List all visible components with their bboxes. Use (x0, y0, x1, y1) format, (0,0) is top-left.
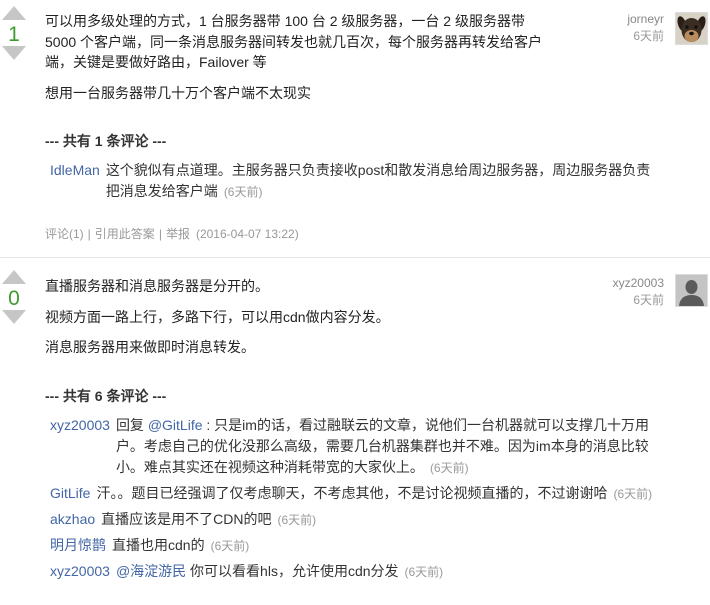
comment-time: (6天前) (613, 486, 653, 501)
comment-text: 你可以看看hls，允许使用cdn分发 (186, 562, 399, 579)
comment-author-link[interactable]: xyz20003 (50, 561, 110, 583)
vote-count: 0 (8, 287, 20, 310)
vote-count: 1 (8, 23, 20, 46)
comment-author-link[interactable]: xyz20003 (50, 415, 110, 479)
comment-time: (6天前) (404, 564, 444, 579)
comment-body: 这个貌似有点道理。主服务器只负责接收post和散发消息给周边服务器，周边服务器负… (106, 160, 655, 203)
down-arrow-icon[interactable] (2, 310, 26, 324)
answer-date: (2016-04-07 13:22) (195, 227, 299, 241)
mention-link[interactable]: @GitLife (148, 417, 203, 433)
comment-count-header: --- 共有 1 条评论 --- (45, 133, 167, 149)
comment-author-link[interactable]: GitLife (50, 483, 90, 505)
person-silhouette-icon (676, 275, 707, 306)
comment-list: IdleMan 这个貌似有点道理。主服务器只负责接收post和散发消息给周边服务… (45, 160, 655, 203)
comment-body: 回复 @GitLife : 只是im的话，看过融联云的文章，说他们一台机器就可以… (116, 415, 655, 479)
comment-body: 直播应该是用不了CDN的吧 (6天前) (101, 509, 655, 531)
dog-photo-avatar (676, 13, 707, 44)
comment-text: 汗。。题目已经强调了仅考虑聊天，不考虑其他，不是讨论视频直播的，不过谢谢哈 (96, 484, 608, 501)
user-avatar[interactable] (675, 274, 708, 307)
comment-time: (6天前) (429, 460, 469, 475)
comment-time: (6天前) (223, 185, 263, 199)
down-arrow-icon[interactable] (2, 46, 26, 60)
comment-list: xyz20003 回复 @GitLife : 只是im的话，看过融联云的文章，说… (45, 415, 655, 583)
answer-item: 1 jorneyr 6天前 可以用多级处理的方式，1 台服务器带 100 台 2… (0, 0, 710, 257)
up-arrow-icon[interactable] (2, 6, 26, 20)
answer-paragraph: 想用一台服务器带几十万个客户端不太现实 (45, 84, 311, 101)
comment-time: (6天前) (277, 512, 317, 527)
answer-content: 直播服务器和消息服务器是分开的。 视频方面一路上行，多路下行，可以用cdn做内容… (45, 276, 655, 587)
comment-body: 直播也用cdn的 (6天前) (112, 535, 655, 557)
comment-item: IdleMan 这个貌似有点道理。主服务器只负责接收post和散发消息给周边服务… (50, 160, 655, 203)
comment-body: @海淀游民 你可以看看hls，允许使用cdn分发 (6天前) (116, 561, 655, 583)
user-avatar[interactable] (675, 12, 708, 45)
comment-author-link[interactable]: akzhao (50, 509, 95, 531)
report-link[interactable]: 举报 (166, 227, 190, 241)
answer-paragraph: 视频方面一路上行，多路下行，可以用cdn做内容分发。 (45, 308, 390, 325)
answer-item: 0 xyz20003 6天前 直播服务器和消息服务器是分开的。 视频方面一路上行… (0, 258, 710, 605)
answer-footer: 评论(1) | 引用此答案 | 举报 (2016-04-07 13:22) (45, 225, 655, 243)
up-arrow-icon[interactable] (2, 270, 26, 284)
answer-paragraph: 可以用多级处理的方式，1 台服务器带 100 台 2 级服务器，一台 2 级服务… (45, 13, 543, 70)
vote-box: 0 (2, 270, 26, 324)
comment-author-link[interactable]: IdleMan (50, 160, 100, 203)
comment-text: 直播应该是用不了CDN的吧 (101, 510, 272, 527)
comment-item: xyz20003 @海淀游民 你可以看看hls，允许使用cdn分发 (6天前) (50, 561, 655, 583)
comment-time: (6天前) (210, 538, 250, 553)
footer-separator: | (158, 227, 162, 241)
comment-item: xyz20003 回复 @GitLife : 只是im的话，看过融联云的文章，说… (50, 415, 655, 479)
quote-answer-link[interactable]: 引用此答案 (95, 227, 155, 241)
comment-author-link[interactable]: 明月惊鹊 (50, 535, 106, 557)
reply-prefix: 回复 (115, 416, 148, 433)
answer-content: 可以用多级处理的方式，1 台服务器带 100 台 2 级服务器，一台 2 级服务… (45, 11, 655, 243)
comment-text: 直播也用cdn的 (112, 536, 205, 553)
comment-count-header: --- 共有 6 条评论 --- (45, 387, 167, 404)
comment-body: 汗。。题目已经强调了仅考虑聊天，不考虑其他，不是讨论视频直播的，不过谢谢哈 (6天… (96, 483, 655, 505)
comment-text: 这个貌似有点道理。主服务器只负责接收post和散发消息给周边服务器，周边服务器负… (105, 162, 651, 199)
mention-link[interactable]: @海淀游民 (116, 563, 186, 579)
comment-item: akzhao 直播应该是用不了CDN的吧 (6天前) (50, 509, 655, 531)
answer-paragraph: 直播服务器和消息服务器是分开的。 (45, 278, 269, 294)
comment-item: GitLife 汗。。题目已经强调了仅考虑聊天，不考虑其他，不是讨论视频直播的，… (50, 483, 655, 505)
comment-item: 明月惊鹊 直播也用cdn的 (6天前) (50, 535, 655, 557)
vote-box: 1 (2, 6, 26, 60)
footer-separator: | (87, 227, 91, 241)
answer-paragraph: 消息服务器用来做即时消息转发。 (45, 339, 255, 355)
comment-link[interactable]: 评论(1) (45, 227, 84, 241)
